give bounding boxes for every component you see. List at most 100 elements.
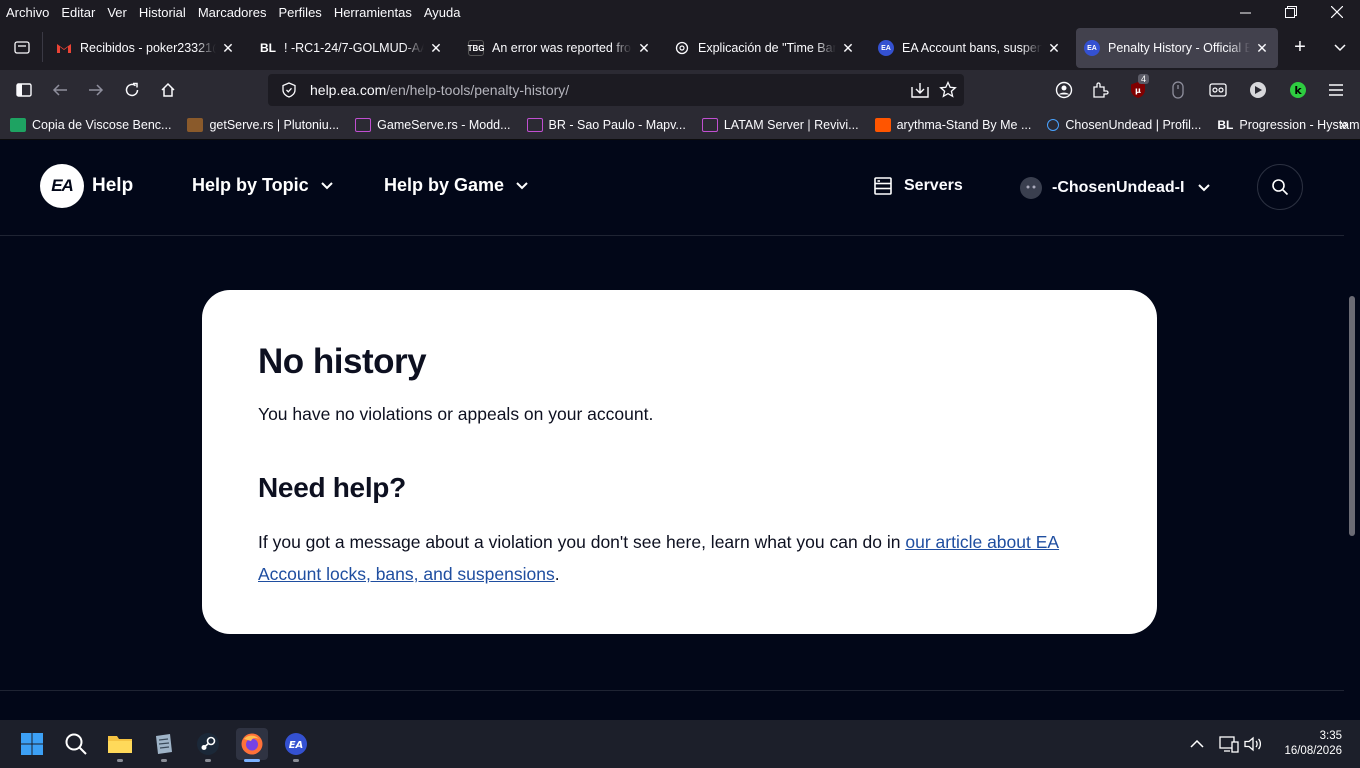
restore-button[interactable] xyxy=(1268,0,1314,24)
running-indicator xyxy=(293,759,299,762)
url-bar[interactable]: help.ea.com/en/help-tools/penalty-histor… xyxy=(268,74,964,106)
menu-editar[interactable]: Editar xyxy=(55,5,101,20)
bookmark-label: LATAM Server | Revivi... xyxy=(723,117,859,132)
bookmark-item[interactable]: BR - Sao Paulo - Mapv... xyxy=(517,117,692,132)
bookmark-item[interactable]: BL Progression - Hystam... xyxy=(1207,118,1360,132)
menu-ver[interactable]: Ver xyxy=(101,5,133,20)
penalty-history-card: No history You have no violations or app… xyxy=(202,290,1157,634)
bookmark-item[interactable]: GameServe.rs - Modd... xyxy=(345,117,516,132)
close-tab-icon[interactable]: ✕ xyxy=(220,40,236,57)
menu-ayuda[interactable]: Ayuda xyxy=(418,5,467,20)
firefox-button[interactable] xyxy=(236,728,268,762)
ublock-origin-icon[interactable]: μ 4 xyxy=(1128,74,1150,100)
bookmark-item[interactable]: ChosenUndead | Profil... xyxy=(1037,118,1207,132)
svg-text:k: k xyxy=(1294,84,1302,97)
sidebar-toggle-button[interactable] xyxy=(10,76,38,104)
tab-title: An error was reported from the xyxy=(492,41,632,55)
extensions-icon[interactable] xyxy=(1090,80,1110,100)
close-tab-icon[interactable]: ✕ xyxy=(1254,40,1270,57)
file-explorer-button[interactable] xyxy=(104,728,136,762)
url-text: help.ea.com/en/help-tools/penalty-histor… xyxy=(310,82,569,98)
network-icon[interactable] xyxy=(1219,734,1239,754)
minimize-button[interactable] xyxy=(1222,0,1268,24)
taskbar: EA 3:35 16/08/2026 xyxy=(0,720,1360,768)
user-menu[interactable]: -ChosenUndead-I xyxy=(1020,177,1211,199)
site-search-button[interactable] xyxy=(1257,164,1303,210)
ea-app-button[interactable]: EA xyxy=(280,728,312,762)
tab-battlelog-server[interactable]: BL ! -RC1-24/7-GOLMUD-AARP ✕ xyxy=(252,28,452,68)
media-extension-icon[interactable] xyxy=(1248,80,1268,100)
footer-divider xyxy=(0,690,1344,691)
avatar xyxy=(1020,177,1042,199)
tab-error-report[interactable]: TBG An error was reported from the ✕ xyxy=(460,28,660,68)
reader-view-icon[interactable] xyxy=(1208,80,1228,100)
start-button[interactable] xyxy=(16,728,48,760)
chevron-down-icon xyxy=(320,179,333,193)
bookmark-item[interactable]: getServe.rs | Plutoniu... xyxy=(177,117,345,132)
new-tab-button[interactable]: + xyxy=(1288,36,1312,60)
menu-marcadores[interactable]: Marcadores xyxy=(192,5,273,20)
tab-gmail[interactable]: Recibidos - poker23321@gmail.com ✕ xyxy=(48,28,244,68)
notepad-app-button[interactable] xyxy=(148,728,180,762)
svg-text:μ: μ xyxy=(1135,86,1141,95)
help-by-game-menu[interactable]: Help by Game xyxy=(384,175,528,196)
more-bookmarks-icon[interactable]: » xyxy=(1339,116,1348,134)
system-clock[interactable]: 3:35 16/08/2026 xyxy=(1284,729,1342,759)
help-text: If you got a message about a violation y… xyxy=(258,532,906,552)
home-button[interactable] xyxy=(154,76,182,104)
ea-logo[interactable]: EA xyxy=(40,164,84,208)
nav-label: Help by Topic xyxy=(192,175,309,195)
bookmark-label: BR - Sao Paulo - Mapv... xyxy=(548,117,686,132)
page-scrollbar[interactable] xyxy=(1344,140,1360,720)
menu-historial[interactable]: Historial xyxy=(133,5,192,20)
menu-herramientas[interactable]: Herramientas xyxy=(328,5,418,20)
url-path: /en/help-tools/penalty-history/ xyxy=(386,82,570,98)
tab-list-button[interactable] xyxy=(8,32,36,62)
close-tab-icon[interactable]: ✕ xyxy=(1046,40,1062,57)
tab-title: Explicación de "Time Ban" xyxy=(698,41,836,55)
menu-bar: Archivo Editar Ver Historial Marcadores … xyxy=(0,0,1360,24)
help-home-link[interactable]: Help xyxy=(92,175,133,197)
menu-perfiles[interactable]: Perfiles xyxy=(272,5,327,20)
scrollbar-thumb[interactable] xyxy=(1349,296,1355,536)
bookmark-star-icon[interactable] xyxy=(938,80,958,100)
tbg-icon: TBG xyxy=(468,40,484,56)
steam-icon xyxy=(197,733,219,755)
running-indicator xyxy=(161,759,167,762)
servers-link[interactable]: Servers xyxy=(874,177,963,195)
save-page-icon[interactable] xyxy=(910,80,930,100)
home-icon xyxy=(161,82,175,97)
list-all-tabs-button[interactable] xyxy=(1328,36,1352,60)
clock-time: 3:35 xyxy=(1319,730,1342,742)
bookmark-item[interactable]: Copia de Viscose Benc... xyxy=(0,117,177,132)
back-button[interactable] xyxy=(46,76,74,104)
tab-chatgpt[interactable]: Explicación de "Time Ban" ✕ xyxy=(666,28,864,68)
forward-button[interactable] xyxy=(82,76,110,104)
bookmark-item[interactable]: LATAM Server | Revivi... xyxy=(692,117,865,132)
account-icon[interactable] xyxy=(1054,80,1074,100)
tab-penalty-history[interactable]: EA Penalty History - Official EA Help ✕ xyxy=(1076,28,1278,68)
close-tab-icon[interactable]: ✕ xyxy=(428,40,444,57)
volume-icon[interactable] xyxy=(1243,734,1263,754)
running-indicator xyxy=(244,759,260,762)
tab-ea-bans[interactable]: EA EA Account bans, suspensions ✕ xyxy=(870,28,1070,68)
bookmark-item[interactable]: arythma-Stand By Me ... xyxy=(865,117,1038,132)
site-info-icon[interactable] xyxy=(274,82,304,98)
ea-icon: EA xyxy=(1084,40,1100,56)
page-icon xyxy=(701,117,718,132)
steam-button[interactable] xyxy=(192,728,224,762)
menu-archivo[interactable]: Archivo xyxy=(0,5,55,20)
running-indicator xyxy=(205,759,211,762)
mouse-gesture-icon[interactable] xyxy=(1168,80,1188,100)
reload-button[interactable] xyxy=(118,76,146,104)
bookmark-label: arythma-Stand By Me ... xyxy=(896,117,1032,132)
close-tab-icon[interactable]: ✕ xyxy=(840,40,856,57)
tab-title: Penalty History - Official EA Help xyxy=(1108,41,1250,55)
close-tab-icon[interactable]: ✕ xyxy=(636,40,652,57)
k-extension-icon[interactable]: k xyxy=(1288,80,1308,100)
close-window-button[interactable] xyxy=(1314,0,1360,24)
taskbar-search-button[interactable] xyxy=(60,728,92,760)
app-menu-button[interactable] xyxy=(1326,80,1346,100)
help-by-topic-menu[interactable]: Help by Topic xyxy=(192,175,333,196)
show-hidden-icons-button[interactable] xyxy=(1187,734,1207,754)
